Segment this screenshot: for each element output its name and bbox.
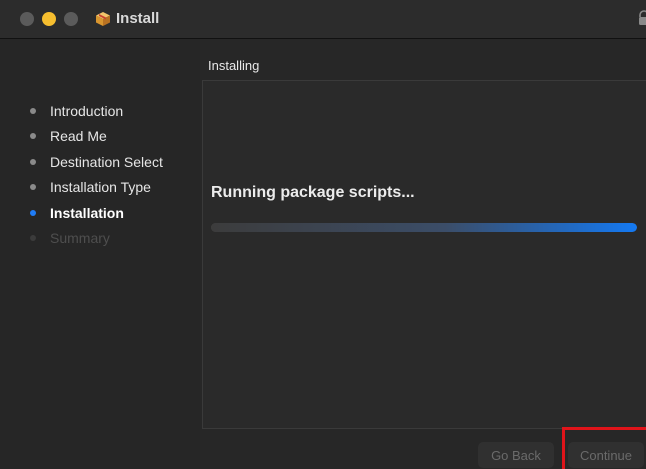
close-window-button[interactable] (20, 12, 34, 26)
step-dot-icon (30, 108, 36, 114)
step-label: Destination Select (50, 154, 163, 170)
sidebar-step-installation: Installation (30, 203, 124, 223)
progress-bar (211, 223, 637, 232)
step-label: Installation (50, 205, 124, 221)
sidebar-step-read-me: Read Me (30, 126, 107, 146)
step-label: Read Me (50, 128, 107, 144)
installer-window: Install Introduction Read Me Destination… (0, 0, 646, 469)
window-title: Install (116, 10, 160, 27)
content-pane (202, 80, 646, 429)
go-back-button[interactable]: Go Back (478, 442, 554, 468)
status-text: Running package scripts... (211, 184, 415, 201)
title-bar: Install (0, 0, 646, 39)
package-icon (95, 11, 111, 27)
step-label: Installation Type (50, 179, 151, 195)
step-label: Summary (50, 230, 110, 246)
sidebar-step-destination-select: Destination Select (30, 152, 163, 172)
step-dot-icon (30, 184, 36, 190)
minimize-window-button[interactable] (42, 12, 56, 26)
sidebar-step-installation-type: Installation Type (30, 177, 151, 197)
step-dot-icon (30, 133, 36, 139)
step-label: Introduction (50, 103, 124, 119)
step-dot-icon (30, 210, 36, 216)
progress-bar-fill (211, 223, 637, 232)
zoom-window-button[interactable] (64, 12, 78, 26)
continue-button[interactable]: Continue (568, 442, 644, 468)
sidebar-step-introduction: Introduction (30, 101, 123, 121)
section-title: Installing (208, 58, 260, 73)
step-dot-icon (30, 159, 36, 165)
step-dot-icon (30, 235, 36, 241)
sidebar-step-summary: Summary (30, 228, 110, 248)
lock-icon (636, 10, 646, 26)
